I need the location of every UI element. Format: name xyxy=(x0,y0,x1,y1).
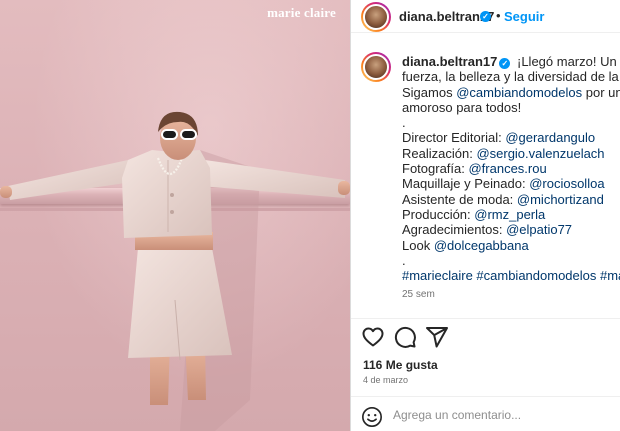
header-separator: • xyxy=(496,8,501,23)
caption-area: diana.beltran17✓ ¡Llegó marzo! Un mes qu… xyxy=(351,34,620,304)
caption-text: Producción: xyxy=(402,206,475,222)
caption-line: Maquillaje y Peinado: @rociosolloa xyxy=(402,176,620,191)
caption-time-ago[interactable]: 25 sem xyxy=(402,287,620,302)
caption-text: ¡Llegó marzo! Un mes que xyxy=(517,54,620,69)
caption-line: fuerza, la belleza y la diversidad de la… xyxy=(402,69,620,85)
post-action-bar xyxy=(351,318,620,352)
woman-photo-figure xyxy=(0,111,350,431)
post-side-panel: diana.beltran17 ✓ • Seguir diana.beltran… xyxy=(351,0,620,431)
caption-text: Realización: xyxy=(402,145,477,161)
caption-author-avatar[interactable] xyxy=(361,52,391,82)
comment-icon[interactable] xyxy=(393,325,417,349)
mention-link[interactable]: @rociosolloa xyxy=(529,176,604,191)
caption-line: amoroso para todos! xyxy=(402,99,522,115)
mention-link[interactable]: @gerardangulo xyxy=(505,130,595,145)
mention-link[interactable]: @rmz_perla xyxy=(474,207,545,222)
caption-text: Asistente de moda: xyxy=(402,191,517,207)
caption-line: Look @dolcegabbana xyxy=(402,238,620,253)
share-icon[interactable] xyxy=(425,325,449,349)
caption-text: Agradecimientos: xyxy=(402,222,507,238)
post-date[interactable]: 4 de marzo xyxy=(363,375,408,385)
caption-text: Fotografía: xyxy=(402,161,469,177)
caption-text: Look xyxy=(402,237,434,253)
post-caption: diana.beltran17✓ ¡Llegó marzo! Un mes qu… xyxy=(402,54,620,303)
comment-input[interactable] xyxy=(393,405,613,425)
verified-badge-icon: ✓ xyxy=(499,58,511,69)
follow-button[interactable]: Seguir xyxy=(504,9,544,24)
caption-line: diana.beltran17✓ ¡Llegó marzo! Un mes qu… xyxy=(402,54,620,69)
caption-line: Producción: @rmz_perla xyxy=(402,207,620,222)
caption-line: . xyxy=(402,115,406,131)
mention-link[interactable]: @dolcegabbana xyxy=(434,238,529,253)
mention-link[interactable]: @michortizand xyxy=(517,192,604,207)
post-header: diana.beltran17 ✓ • Seguir xyxy=(351,0,620,33)
post-media[interactable]: marie claire xyxy=(0,0,350,431)
caption-username[interactable]: diana.beltran17 xyxy=(402,54,497,69)
verified-badge-icon: ✓ xyxy=(480,11,491,22)
caption-line: Asistente de moda: @michortizand xyxy=(402,192,620,207)
caption-line: . xyxy=(402,252,406,268)
caption-line: Director Editorial: @gerardangulo xyxy=(402,130,620,145)
hashtag-links[interactable]: #marieclaire #cambiandomodelos #marzo #i xyxy=(402,268,620,283)
mention-link[interactable]: @elpatio77 xyxy=(506,222,572,237)
caption-text: por un mundo xyxy=(585,84,620,100)
caption-text: Maquillaje y Peinado: xyxy=(402,176,530,192)
author-avatar[interactable] xyxy=(361,2,391,32)
smiley-icon[interactable] xyxy=(361,406,383,428)
caption-line: Realización: @sergio.valenzuelach xyxy=(402,146,620,161)
add-comment-bar xyxy=(351,396,620,431)
caption-line: Agradecimientos: @elpatio77 xyxy=(402,222,620,237)
mention-link[interactable]: @cambiandomodelos xyxy=(456,85,582,100)
heart-icon[interactable] xyxy=(361,325,385,349)
caption-text: Director Editorial: xyxy=(402,130,506,146)
likes-count[interactable]: 116 Me gusta xyxy=(363,358,438,372)
magazine-logo: marie claire xyxy=(267,5,336,20)
caption-line: Fotografía: @frances.rou xyxy=(402,161,620,176)
caption-line: Sigamos @cambiandomodelos por un mundo xyxy=(402,85,620,100)
mention-link[interactable]: @sergio.valenzuelach xyxy=(476,146,604,161)
caption-text: Sigamos xyxy=(402,84,457,100)
mention-link[interactable]: @frances.rou xyxy=(468,161,546,176)
